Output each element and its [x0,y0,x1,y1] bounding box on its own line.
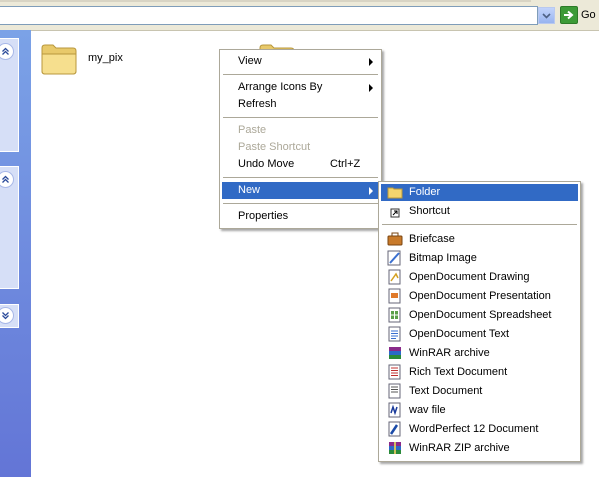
submenu-item-label: Bitmap Image [409,252,477,264]
menu-item-label: Properties [238,210,289,222]
address-input[interactable] [0,6,538,25]
submenu-arrow-icon [369,187,373,195]
wordperfect-icon [388,421,401,437]
winrar-icon [389,347,401,359]
chevron-down-icon [542,12,551,19]
submenu-item-label: OpenDocument Spreadsheet [409,309,552,321]
new-submenu: Folder Shortcut Briefcase Bitmap Image O… [378,181,581,462]
submenu-item-opendocument-drawing[interactable]: OpenDocument Drawing [381,269,578,286]
task-pane [0,30,31,477]
menu-separator [382,224,577,225]
submenu-item-winrar-zip-archive[interactable]: WinRAR ZIP archive [381,440,578,457]
submenu-item-opendocument-spreadsheet[interactable]: OpenDocument Spreadsheet [381,307,578,324]
folder-label: my_pix [88,52,123,64]
winrar-zip-icon [389,442,401,454]
address-bar-top-edge [0,0,531,2]
submenu-item-label: wav file [409,404,446,416]
menu-separator [223,117,378,118]
submenu-item-label: Briefcase [409,233,455,245]
menu-separator [223,177,378,178]
text-document-icon [388,383,401,399]
go-label: Go [581,9,596,21]
menu-item-label: New [238,184,261,196]
submenu-item-label: OpenDocument Presentation [409,290,551,302]
folder-icon [387,187,403,199]
submenu-item-label: WinRAR archive [409,347,490,359]
odt-icon [388,326,401,342]
menu-item-paste[interactable]: Paste [222,122,379,139]
submenu-item-folder[interactable]: Folder [381,184,578,201]
bitmap-icon [387,250,401,266]
shortcut-icon [390,208,400,218]
submenu-item-label: Folder [409,186,441,198]
submenu-item-label: Text Document [409,385,483,397]
address-bar-strip: Go [0,0,599,31]
menu-item-undo-move[interactable]: Undo Move Ctrl+Z [222,156,379,173]
submenu-item-label: Rich Text Document [409,366,508,378]
context-menu: View Arrange Icons By Refresh Paste Past… [219,49,382,229]
submenu-item-briefcase[interactable]: Briefcase [381,231,578,248]
menu-item-label: Undo Move [238,158,295,170]
menu-item-paste-shortcut[interactable]: Paste Shortcut [222,139,379,156]
address-dropdown-button[interactable] [538,7,555,24]
menu-separator [223,203,378,204]
submenu-item-opendocument-text[interactable]: OpenDocument Text [381,326,578,343]
folder-item-my-pix[interactable]: my_pix [40,40,123,76]
submenu-item-label: OpenDocument Drawing [409,271,530,283]
go-button[interactable]: Go [560,5,596,25]
rtf-icon [388,364,401,380]
submenu-item-label: WordPerfect 12 Document [409,423,539,435]
submenu-item-text-document[interactable]: Text Document [381,383,578,400]
submenu-arrow-icon [369,84,373,92]
menu-item-view[interactable]: View [222,53,379,70]
go-arrow-icon [560,6,578,24]
menu-item-refresh[interactable]: Refresh [222,96,379,113]
submenu-item-winrar-archive[interactable]: WinRAR archive [381,345,578,362]
menu-item-label: Refresh [238,98,277,110]
submenu-item-rich-text-document[interactable]: Rich Text Document [381,364,578,381]
submenu-item-wav-file[interactable]: wav file [381,402,578,419]
odp-icon [388,288,401,304]
wav-icon [388,402,401,418]
submenu-item-wordperfect-12-document[interactable]: WordPerfect 12 Document [381,421,578,438]
menu-item-properties[interactable]: Properties [222,208,379,225]
submenu-arrow-icon [369,58,373,66]
submenu-item-label: OpenDocument Text [409,328,510,340]
menu-item-label: Paste [238,124,267,136]
menu-item-new[interactable]: New [222,182,379,199]
ods-icon [388,307,401,323]
menu-item-arrange-icons-by[interactable]: Arrange Icons By [222,79,379,96]
menu-item-label: Arrange Icons By [238,81,323,93]
odg-icon [388,269,401,285]
menu-item-label: Paste Shortcut [238,141,311,153]
menu-item-label: View [238,55,262,67]
menu-separator [223,74,378,75]
submenu-item-bitmap-image[interactable]: Bitmap Image [381,250,578,267]
submenu-item-label: Shortcut [409,205,450,217]
submenu-item-label: WinRAR ZIP archive [409,442,510,454]
briefcase-icon [387,232,403,246]
submenu-item-opendocument-presentation[interactable]: OpenDocument Presentation [381,288,578,305]
submenu-item-shortcut[interactable]: Shortcut [381,203,578,220]
folder-icon [41,44,77,75]
menu-item-shortcut: Ctrl+Z [330,158,361,170]
